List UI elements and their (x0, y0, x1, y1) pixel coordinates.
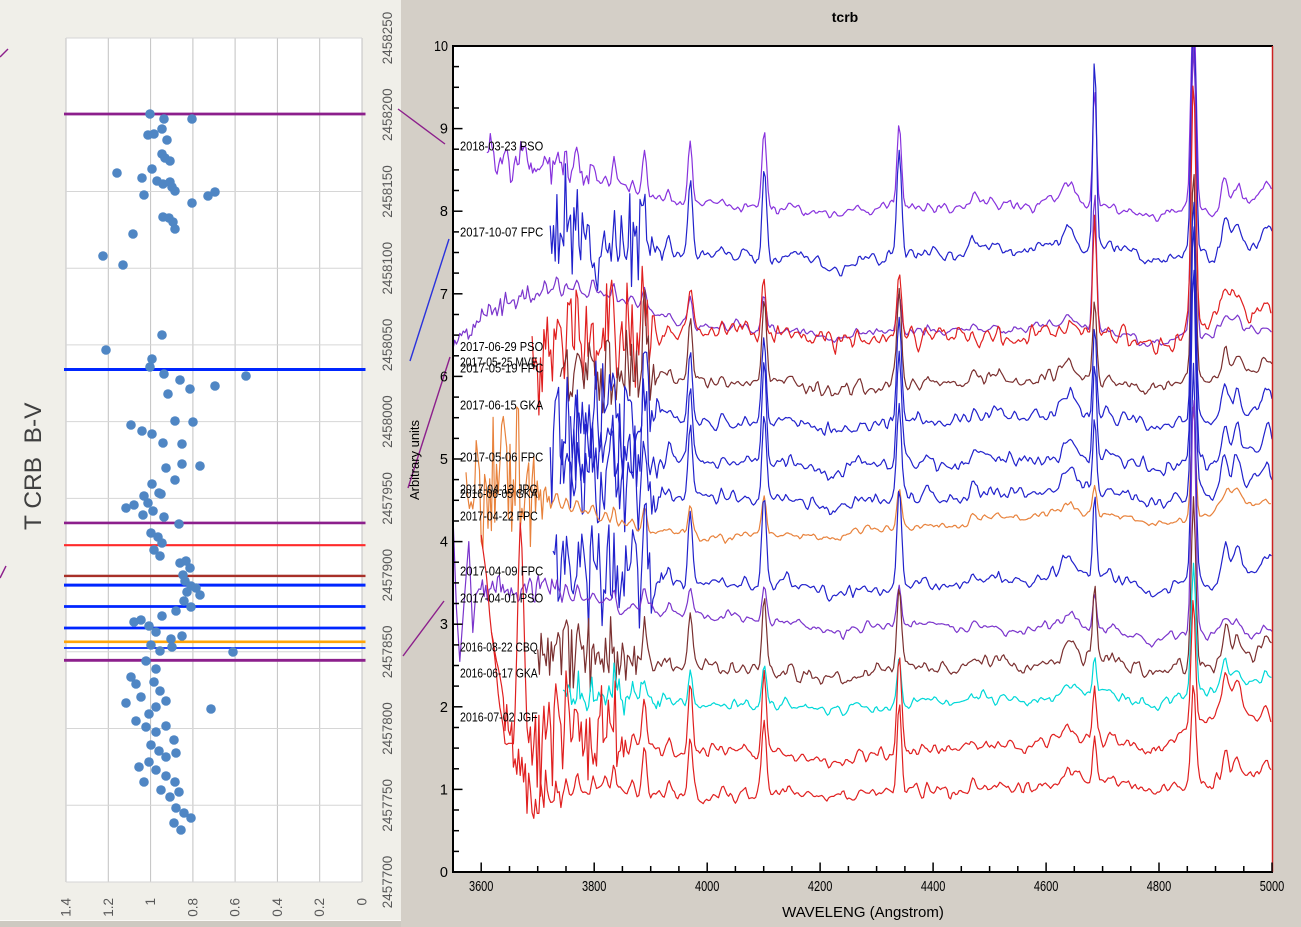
svg-text:2457800: 2457800 (380, 702, 395, 755)
svg-text:0.2: 0.2 (312, 898, 327, 917)
svg-text:6: 6 (440, 369, 448, 385)
svg-text:2458100: 2458100 (380, 242, 395, 295)
svg-text:2017-05-19 FPC: 2017-05-19 FPC (460, 360, 544, 375)
svg-text:4800: 4800 (1147, 879, 1172, 895)
svg-text:2458200: 2458200 (380, 88, 395, 141)
svg-text:2457950: 2457950 (380, 472, 395, 525)
svg-text:4: 4 (440, 535, 448, 551)
svg-text:Arbitrary units: Arbitrary units (408, 420, 422, 500)
svg-text:2458150: 2458150 (380, 165, 395, 218)
svg-text:4400: 4400 (921, 879, 946, 895)
svg-text:2016-06-17 GKA: 2016-06-17 GKA (460, 665, 538, 680)
svg-text:0: 0 (440, 865, 448, 881)
svg-text:0.4: 0.4 (270, 898, 285, 917)
svg-text:1: 1 (143, 898, 158, 906)
svg-text:2017-10-07 FPC: 2017-10-07 FPC (460, 224, 544, 239)
svg-text:tcrb: tcrb (832, 9, 858, 25)
svg-text:7: 7 (440, 287, 448, 303)
svg-text:2457750: 2457750 (380, 779, 395, 832)
svg-text:1: 1 (440, 782, 448, 798)
svg-text:1.4: 1.4 (59, 898, 74, 917)
svg-text:4000: 4000 (695, 879, 720, 895)
svg-text:5000: 5000 (1260, 879, 1285, 895)
svg-text:2017-05-06 FPC: 2017-05-06 FPC (460, 449, 544, 464)
svg-text:2458050: 2458050 (380, 319, 395, 372)
svg-text:2017-04-01 PSO: 2017-04-01 PSO (460, 590, 543, 605)
svg-text:T CRB B-V: T CRB B-V (20, 402, 47, 530)
svg-text:2017-06-29 PSO: 2017-06-29 PSO (460, 339, 543, 354)
svg-text:2458250: 2458250 (380, 12, 395, 65)
svg-text:9: 9 (440, 122, 448, 138)
svg-text:4200: 4200 (808, 879, 833, 895)
svg-text:2457900: 2457900 (380, 549, 395, 602)
svg-text:2017-04-09 FPC: 2017-04-09 FPC (460, 563, 544, 578)
svg-text:3800: 3800 (582, 879, 607, 895)
svg-text:10: 10 (434, 39, 448, 55)
svg-text:0: 0 (355, 898, 370, 906)
svg-text:5: 5 (440, 452, 448, 468)
svg-text:2457850: 2457850 (380, 626, 395, 679)
svg-text:2017-06-15 GKA: 2017-06-15 GKA (460, 397, 543, 412)
svg-text:2017-04-22 FPC: 2017-04-22 FPC (460, 508, 538, 523)
svg-text:0.8: 0.8 (185, 898, 200, 917)
svg-text:2018-03-23 PSO: 2018-03-23 PSO (460, 138, 543, 153)
svg-text:4600: 4600 (1034, 879, 1059, 895)
svg-text:0.6: 0.6 (228, 898, 243, 917)
svg-text:2016-07-02 JGF: 2016-07-02 JGF (460, 709, 538, 724)
svg-text:1.2: 1.2 (101, 898, 116, 917)
svg-text:WAVELENG (Angstrom): WAVELENG (Angstrom) (782, 904, 944, 921)
svg-text:3600: 3600 (469, 879, 494, 895)
svg-text:3: 3 (440, 617, 448, 633)
svg-text:2016-08-22 CBQ: 2016-08-22 CBQ (460, 639, 538, 654)
svg-text:2457700: 2457700 (380, 856, 395, 909)
svg-text:2016-06-05 GKA: 2016-06-05 GKA (460, 486, 538, 501)
svg-text:2: 2 (440, 700, 448, 716)
svg-text:2458000: 2458000 (380, 395, 395, 448)
svg-text:8: 8 (440, 204, 448, 220)
